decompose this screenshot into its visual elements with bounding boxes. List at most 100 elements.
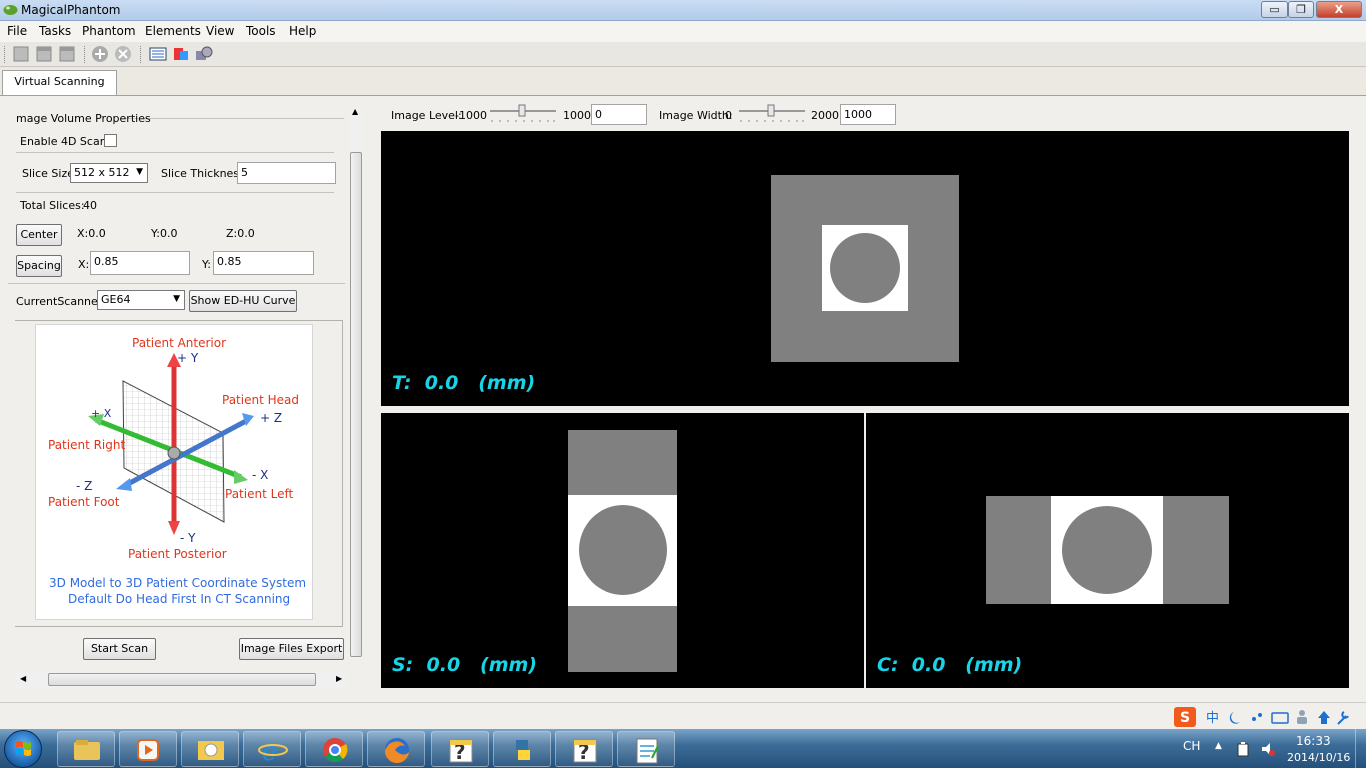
image-level-input[interactable]: 0: [591, 104, 647, 125]
scroll-left-icon[interactable]: ◀: [20, 674, 26, 683]
enable-4d-checkbox[interactable]: [104, 134, 117, 147]
show-desktop-button[interactable]: [1355, 729, 1366, 768]
toolbar: [0, 42, 1366, 67]
menu-tools[interactable]: Tools: [246, 24, 276, 38]
transverse-viewport[interactable]: T: 0.0 (mm): [381, 131, 1349, 406]
diagram-caption-line1: 3D Model to 3D Patient Coordinate System: [49, 576, 307, 590]
scanner-value: GE64: [101, 293, 131, 306]
image-width-input[interactable]: 1000: [840, 104, 896, 125]
taskbar-explorer[interactable]: [57, 731, 115, 767]
taskbar-chrome[interactable]: [305, 731, 363, 767]
label-patient-anterior: Patient Anterior: [132, 336, 227, 350]
tray-expand-icon[interactable]: ▲: [1215, 741, 1222, 751]
menu-tasks[interactable]: Tasks: [39, 24, 71, 38]
menu-help[interactable]: Help: [289, 24, 316, 38]
svg-text:e: e: [262, 737, 277, 767]
scanner-select[interactable]: GE64 ▼: [97, 290, 185, 310]
maximize-button[interactable]: ❐: [1288, 1, 1314, 18]
label-patient-head: Patient Head: [222, 393, 299, 407]
image-level-label: Image Level:: [391, 109, 462, 122]
scanner-label: CurrentScanner:: [16, 295, 106, 308]
start-scan-button[interactable]: Start Scan: [83, 638, 156, 660]
windows-logo-icon: [16, 741, 31, 756]
menu-elements[interactable]: Elements: [145, 24, 201, 38]
app-icon: [3, 5, 18, 15]
window-title: MagicalPhantom: [21, 3, 121, 17]
coronal-slice-label: C: 0.0 (mm): [877, 654, 1023, 676]
left-panel-vertical-scrollbar[interactable]: ▲: [349, 107, 363, 659]
svg-text:中: 中: [1206, 711, 1219, 726]
slice-thickness-input[interactable]: 5: [237, 162, 336, 184]
diagram-caption-line2: Default Do Head First In CT Scanning: [68, 592, 291, 606]
taskbar-python[interactable]: [493, 731, 551, 767]
export-icon[interactable]: [172, 45, 190, 63]
divider: [16, 192, 334, 193]
svg-text:S: S: [1180, 710, 1190, 726]
taskbar-firefox[interactable]: [367, 731, 425, 767]
clock-time[interactable]: 16:33: [1296, 734, 1331, 748]
toolbar-separator: [4, 46, 6, 63]
menu-phantom[interactable]: Phantom: [82, 24, 136, 38]
scrollbar-thumb[interactable]: [48, 673, 316, 686]
remove-icon[interactable]: [114, 45, 132, 63]
enable-4d-label: Enable 4D Scan:: [20, 135, 111, 148]
toolbar-separator: [84, 46, 86, 63]
center-button[interactable]: Center: [16, 224, 62, 246]
outlook-icon: [198, 741, 224, 760]
language-indicator[interactable]: CH: [1183, 739, 1200, 753]
spacing-button[interactable]: Spacing: [16, 255, 62, 277]
menu-file[interactable]: File: [7, 24, 27, 38]
chevron-down-icon: ▼: [173, 294, 180, 304]
group-line: [120, 118, 344, 119]
open-icon[interactable]: [35, 45, 53, 63]
label-minus-z: - Z: [76, 479, 93, 493]
sagittal-slice-label: S: 0.0 (mm): [392, 654, 537, 676]
add-icon[interactable]: [91, 45, 109, 63]
volume-muted-icon[interactable]: [1260, 741, 1276, 757]
divider: [8, 283, 345, 284]
show-ed-hu-curve-button[interactable]: Show ED-HU Curve: [189, 290, 297, 312]
taskbar-internet-explorer[interactable]: e: [243, 731, 301, 767]
slice-size-select[interactable]: 512 x 512 ▼: [70, 163, 148, 183]
group-title: mage Volume Properties: [16, 112, 151, 125]
close-button[interactable]: X: [1316, 1, 1362, 18]
spacing-y-input[interactable]: 0.85: [213, 251, 314, 275]
label-plus-z: + Z: [260, 411, 283, 425]
coronal-viewport[interactable]: C: 0.0 (mm): [866, 413, 1349, 688]
label-patient-left: Patient Left: [225, 487, 294, 501]
label-patient-right: Patient Right: [48, 438, 126, 452]
status-strip: S 中: [0, 702, 1366, 729]
battery-icon[interactable]: [1236, 741, 1250, 757]
menu-view[interactable]: View: [206, 24, 234, 38]
image-files-export-button[interactable]: Image Files Export: [239, 638, 344, 660]
start-button[interactable]: [4, 730, 42, 768]
minimize-button[interactable]: ▭: [1261, 1, 1288, 18]
scanner-icon[interactable]: [149, 45, 167, 63]
center-y-readout: Y:0.0: [151, 227, 178, 240]
taskbar-outlook[interactable]: [181, 731, 239, 767]
taskbar-help[interactable]: ?: [431, 731, 489, 767]
image-level-slider[interactable]: [488, 104, 558, 124]
title-bar: MagicalPhantom ▭ ❐ X: [0, 0, 1366, 21]
taskbar-notepad[interactable]: [617, 731, 675, 767]
sagittal-viewport[interactable]: S: 0.0 (mm): [381, 413, 864, 688]
taskbar-media-player[interactable]: [119, 731, 177, 767]
chrome-icon: [323, 738, 348, 762]
label-patient-posterior: Patient Posterior: [128, 547, 227, 561]
label-minus-x: - X: [252, 468, 269, 482]
ime-toolbar[interactable]: S 中: [1174, 706, 1354, 728]
scrollbar-thumb[interactable]: [350, 152, 362, 657]
clock-date[interactable]: 2014/10/16: [1287, 751, 1350, 764]
image-width-slider[interactable]: [737, 104, 807, 124]
left-panel-horizontal-scrollbar[interactable]: ◀ ▶: [16, 672, 346, 688]
taskbar-help-2[interactable]: ?: [555, 731, 613, 767]
scroll-right-icon[interactable]: ▶: [336, 674, 342, 683]
settings-icon[interactable]: [195, 45, 213, 63]
scroll-up-icon[interactable]: ▲: [352, 107, 358, 116]
save-icon[interactable]: [58, 45, 76, 63]
image-width-label: Image Width:: [659, 109, 733, 122]
new-icon[interactable]: [12, 45, 30, 63]
spacing-x-input[interactable]: 0.85: [90, 251, 190, 275]
divider: [16, 152, 334, 153]
tab-virtual-scanning-view[interactable]: Virtual Scanning View: [2, 70, 117, 110]
